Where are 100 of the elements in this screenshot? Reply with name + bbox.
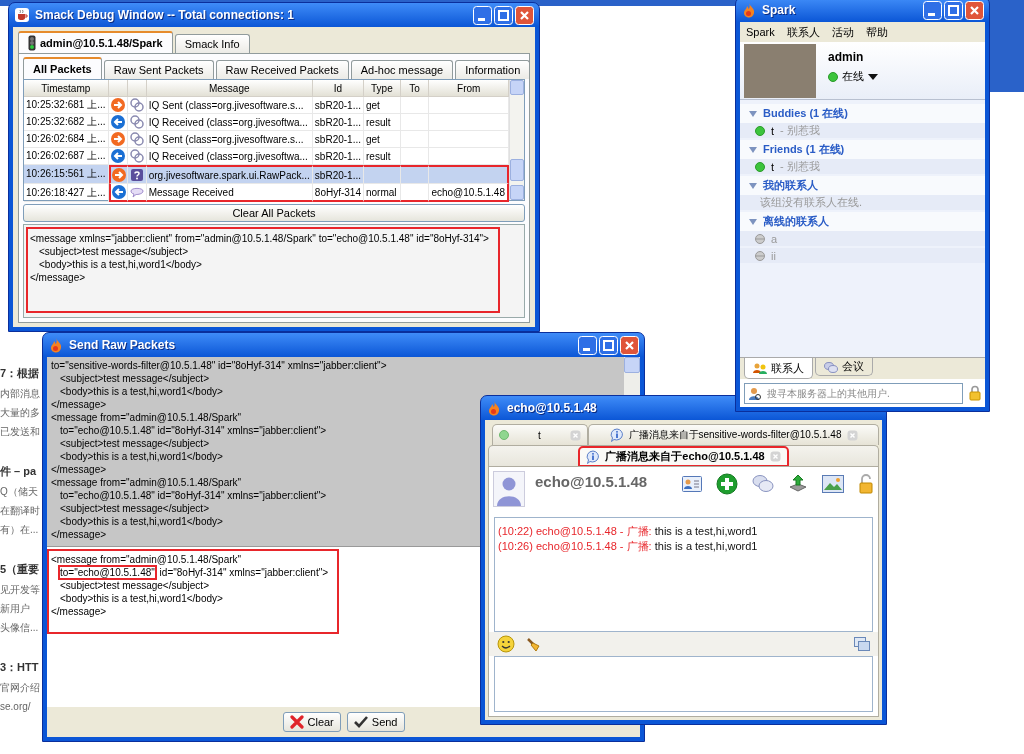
text-fragment: Q（储天 <box>0 485 39 499</box>
table-row[interactable]: 10:26:15:561 上... org.jivesoftware.spark.ui.RawPack... sbR20-1... <box>24 165 509 184</box>
table-cell: result <box>364 114 401 131</box>
padlock-icon[interactable] <box>969 385 981 401</box>
caret-icon[interactable] <box>868 73 878 80</box>
column-header[interactable]: Timestamp <box>24 80 109 97</box>
bottom-tab[interactable]: 联系人 <box>744 358 813 379</box>
picture-icon[interactable] <box>822 475 844 493</box>
chat-tab[interactable]: t <box>492 424 588 445</box>
xml-line: <subject>test message</subject> <box>59 437 209 450</box>
column-header[interactable]: Type <box>364 80 401 97</box>
menu-item[interactable]: 联系人 <box>786 24 820 40</box>
brush-icon[interactable] <box>525 636 541 652</box>
xml-line: </message> <box>51 605 107 618</box>
contact-row[interactable]: t - 别惹我 <box>740 159 985 174</box>
chat-bubbles-icon[interactable] <box>752 474 774 494</box>
chat-message: (10:26) echo@10.5.1.48 - 广播: this is a test,hi,word1 <box>498 539 759 554</box>
xml-line: <message from="admin@10.5.1.48/Spark" <box>51 476 242 489</box>
empty-group-note: 该组没有联系人在线. <box>740 195 985 210</box>
maximize-button[interactable] <box>599 335 618 355</box>
bottom-tab[interactable]: 会议 <box>815 358 873 376</box>
clear-button[interactable]: Clear <box>282 712 341 732</box>
table-cell: sbR20-1... <box>312 131 364 148</box>
column-header[interactable]: From <box>429 80 509 97</box>
contact-row[interactable]: t - 别惹我 <box>740 123 985 138</box>
packet-tab[interactable]: Raw Sent Packets <box>103 60 214 79</box>
chat-tab[interactable]: 广播消息来自于echo@10.5.1.48 <box>578 446 789 467</box>
clear-all-button[interactable]: Clear All Packets <box>23 204 525 222</box>
group-header[interactable]: Friends (1 在线) <box>740 140 985 159</box>
text-fragment: 已发送和 <box>0 425 41 439</box>
group-header[interactable]: Buddies (1 在线) <box>740 104 985 123</box>
table-row[interactable]: 10:25:32:681 上... IQ Sent (class=org.jivesoftware.s... sbR20-1... get <box>24 97 509 114</box>
text-fragment: se.org/ <box>0 700 32 714</box>
xml-line: to="echo@10.5.1.48" id="8oHyf-314" xmlns="jabber:client"> <box>59 489 327 502</box>
xml-line: </message> <box>51 528 107 541</box>
table-cell: normal <box>364 184 401 202</box>
group-header[interactable]: 我的联系人 <box>740 176 985 195</box>
contact-name: t <box>771 124 775 137</box>
column-header[interactable]: Id <box>312 80 364 97</box>
column-header[interactable]: To <box>400 80 430 97</box>
windows-icon[interactable] <box>854 637 870 651</box>
padlock-icon[interactable] <box>858 474 874 494</box>
contact-name: echo@10.5.1.48 <box>535 473 649 490</box>
menu-item[interactable]: 活动 <box>831 24 854 40</box>
group-header[interactable]: 离线的联系人 <box>740 212 985 231</box>
packet-tab[interactable]: Information <box>455 60 531 79</box>
user-name: admin <box>828 50 865 64</box>
window-title: Spark <box>762 3 797 17</box>
close-button[interactable] <box>620 335 639 355</box>
avatar-icon <box>493 471 525 507</box>
maximize-button[interactable] <box>494 5 513 25</box>
smiley-icon[interactable] <box>497 635 515 653</box>
menu-item[interactable]: Spark <box>746 26 775 38</box>
plus-icon[interactable] <box>716 473 738 495</box>
connection-tab[interactable]: admin@10.5.1.48/Spark <box>18 31 173 53</box>
minimize-button[interactable] <box>473 5 492 25</box>
group-name: 我的联系人 <box>763 178 818 193</box>
group-name: Buddies (1 在线) <box>763 106 848 121</box>
contact-card-icon[interactable] <box>682 476 702 492</box>
text-fragment: 见开发等 <box>0 583 41 597</box>
text-fragment: 在翻译时 <box>0 504 41 518</box>
packet-tab[interactable]: Raw Received Packets <box>215 60 349 79</box>
xml-line: <body>this is a test,hi,word1</body> <box>59 592 223 605</box>
minimize-button[interactable] <box>923 0 942 20</box>
close-button[interactable] <box>965 0 984 20</box>
maximize-button[interactable] <box>944 0 963 20</box>
table-row[interactable]: 10:25:32:682 上... IQ Received (class=org.jivesoftwa... sbR20-1... result <box>24 114 509 131</box>
connection-tab[interactable]: Smack Info <box>174 34 250 53</box>
window-title: echo@10.5.1.48 <box>507 401 598 415</box>
search-field[interactable]: 搜寻本服务器上的其他用户. <box>744 382 963 404</box>
chat-bubbles-icon <box>824 360 838 373</box>
table-row[interactable]: 10:26:02:684 上... IQ Sent (class=org.jivesoftware.s... sbR20-1... get <box>24 131 509 148</box>
column-header[interactable]: Message <box>146 80 313 97</box>
chat-tab[interactable]: 广播消息来自于sensitive-words-filter@10.5.1.48 <box>588 424 879 445</box>
close-button[interactable] <box>515 5 534 25</box>
message-input-field[interactable] <box>494 656 873 712</box>
vertical-scrollbar[interactable] <box>509 80 524 200</box>
table-cell: IQ Received (class=org.jivesoftwa... <box>146 114 313 131</box>
table-row[interactable]: 10:26:18:427 上... Message Received 8oHyf-314 normal echo@10.5.1.48 <box>24 184 509 202</box>
info-icon <box>586 449 601 464</box>
xml-line: <message from="admin@10.5.1.48/Spark" <box>51 553 242 566</box>
menu-item[interactable]: 帮助 <box>865 24 888 40</box>
table-cell: IQ Sent (class=org.jivesoftware.s... <box>146 97 313 114</box>
xml-line: <message xmlns="jabber:client" from="admin@10.5.1.48/Spark" to="echo@10.5.1.48" id="8oHyf-314"> <box>30 232 489 245</box>
contact-name: ii <box>771 249 776 262</box>
packet-tab[interactable]: All Packets <box>23 57 102 79</box>
xml-line: </message> <box>51 398 107 411</box>
table-cell: Message Received <box>146 184 313 202</box>
text-fragment: 大量的多 <box>0 406 41 420</box>
packet-tab[interactable]: Ad-hoc message <box>350 60 454 79</box>
minimize-button[interactable] <box>578 335 597 355</box>
tray-arrow-icon[interactable] <box>788 474 808 494</box>
send-button[interactable]: Send <box>346 712 405 732</box>
heading-fragment: 5（重要 <box>0 562 41 577</box>
text-fragment: 头像信... <box>0 621 40 635</box>
contact-status: - 别惹我 <box>780 123 820 138</box>
xml-line: <subject>test message</subject> <box>59 579 209 592</box>
xml-line: to="sensitive-words-filter@10.5.1.48" id="8oHyf-314" xmlns="jabber:client"> <box>51 359 387 372</box>
xml-line: <body>this is a test,hi,word1</body> <box>59 515 223 528</box>
user-search-icon <box>748 386 762 401</box>
